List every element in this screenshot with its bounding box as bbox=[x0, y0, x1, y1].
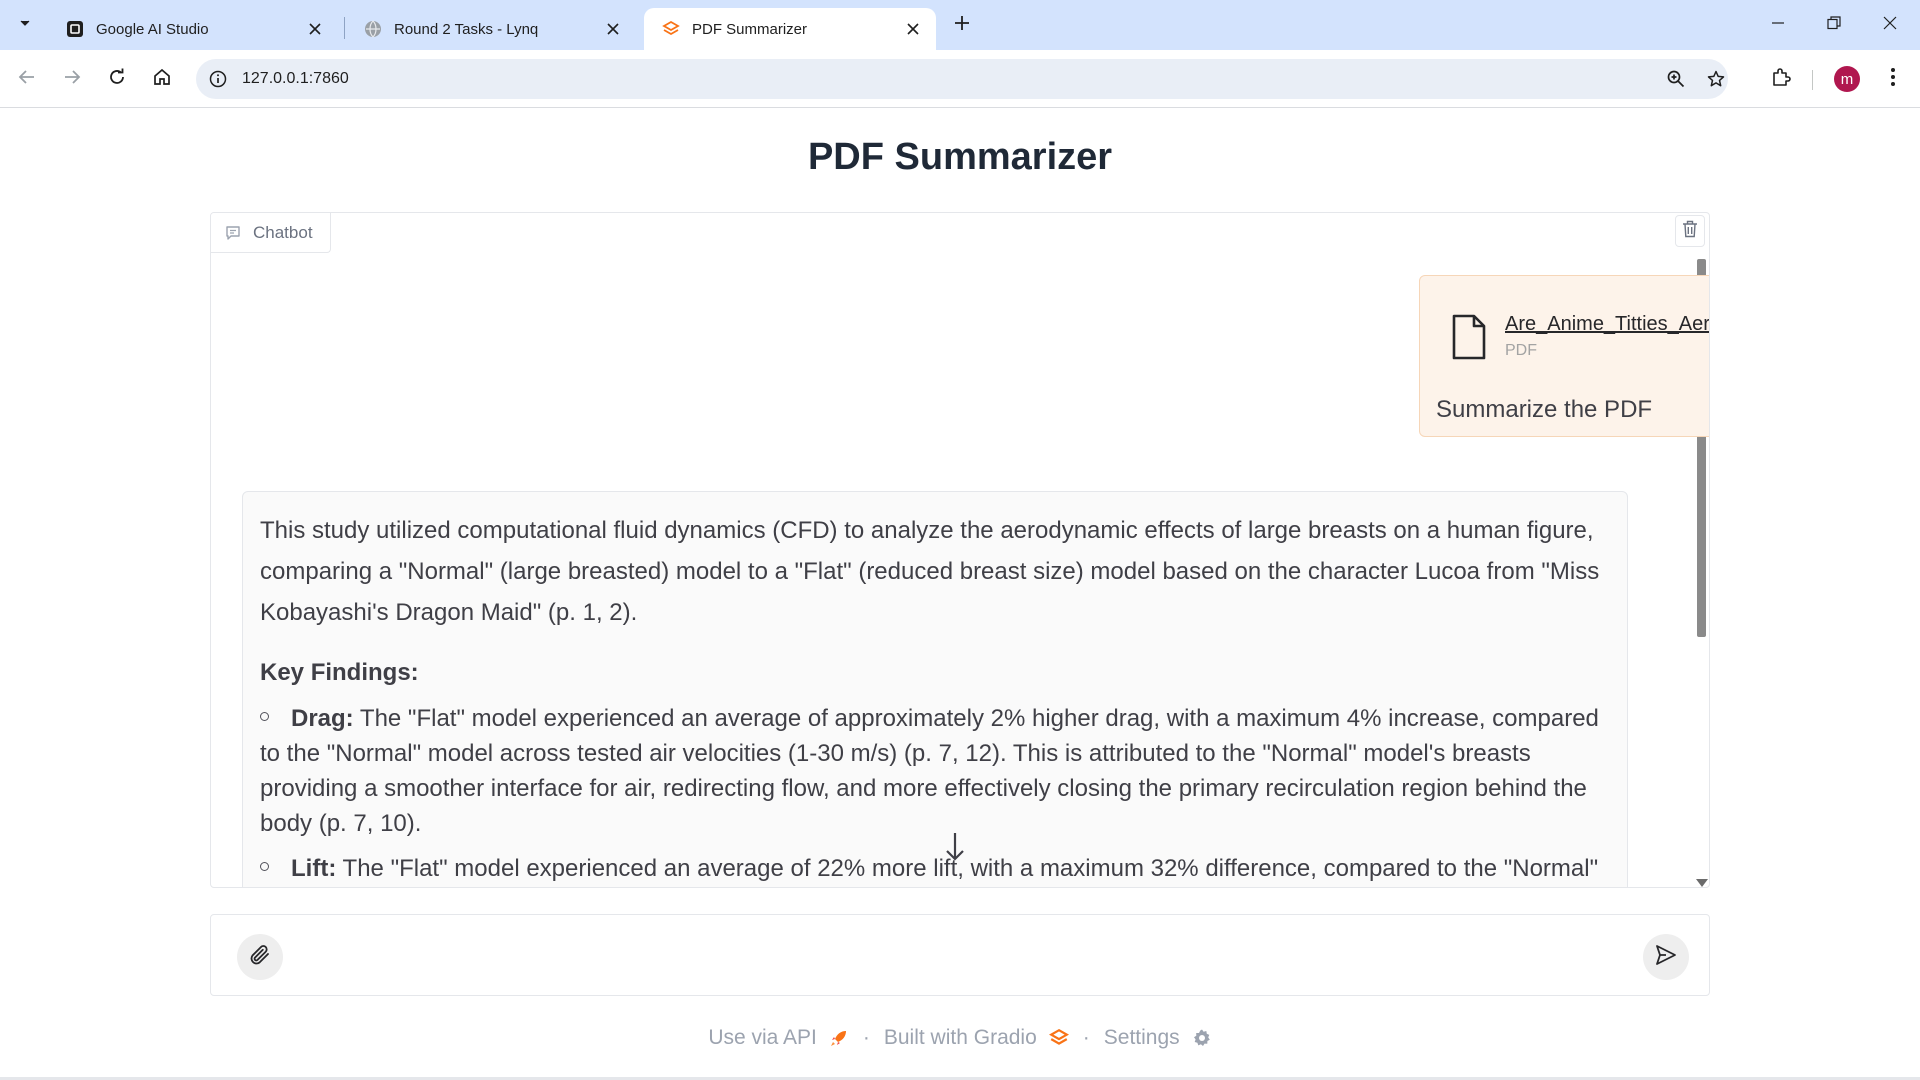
chatbot-label-text: Chatbot bbox=[253, 222, 313, 242]
extensions-button[interactable] bbox=[1764, 62, 1798, 96]
close-icon bbox=[1883, 16, 1897, 35]
user-message: Are_Anime_Titties_Aerodynamic.pdf PDF Su… bbox=[1419, 275, 1709, 437]
plus-icon bbox=[954, 15, 970, 36]
url-text[interactable]: 127.0.0.1:7860 bbox=[242, 70, 349, 88]
send-icon bbox=[1654, 943, 1678, 972]
forward-button[interactable] bbox=[55, 62, 89, 96]
avatar: m bbox=[1834, 66, 1860, 92]
settings-label: Settings bbox=[1103, 1026, 1180, 1049]
chat-bubble-icon bbox=[225, 225, 241, 241]
page-title: PDF Summarizer bbox=[807, 136, 1113, 178]
user-message-text: Summarize the PDF bbox=[1436, 396, 1653, 423]
close-icon[interactable] bbox=[904, 20, 922, 38]
send-button[interactable] bbox=[1643, 934, 1689, 980]
tab-pdf-summarizer[interactable]: PDF Summarizer bbox=[644, 8, 936, 50]
footer-separator: · bbox=[862, 1026, 870, 1049]
bot-message-heading: Key Findings: bbox=[260, 659, 419, 686]
bullet-circle-icon bbox=[260, 862, 269, 872]
gradio-logo-icon bbox=[1048, 1028, 1069, 1048]
tab-google-ai-studio[interactable]: Google AI Studio bbox=[48, 8, 338, 50]
attachment-file-link[interactable]: Are_Anime_Titties_Aerodynamic.pdf bbox=[1505, 313, 1709, 336]
finding-text: The "Flat" model experienced an average … bbox=[260, 705, 1599, 837]
kebab-menu-icon bbox=[1890, 67, 1896, 92]
close-icon[interactable] bbox=[306, 20, 324, 38]
window-close-button[interactable] bbox=[1862, 0, 1918, 50]
bot-message: This study utilized computational fluid … bbox=[242, 491, 1628, 887]
tab-search-button[interactable] bbox=[11, 11, 39, 39]
profile-button[interactable]: m bbox=[1830, 62, 1864, 96]
footer-separator: · bbox=[1082, 1026, 1090, 1049]
list-item: Drag: The "Flat" model experienced an av… bbox=[260, 701, 1610, 841]
address-bar[interactable]: 127.0.0.1:7860 bbox=[196, 59, 1728, 99]
browser-menu-button[interactable] bbox=[1876, 62, 1910, 96]
home-icon bbox=[153, 68, 171, 91]
tab-title: PDF Summarizer bbox=[692, 20, 808, 38]
message-input[interactable] bbox=[303, 935, 1603, 977]
browser-toolbar: 127.0.0.1:7860 m bbox=[0, 50, 1920, 108]
gear-icon bbox=[1192, 1028, 1212, 1048]
tab-title: Round 2 Tasks - Lynq bbox=[394, 20, 539, 38]
attach-file-button[interactable] bbox=[237, 934, 283, 980]
globe-icon bbox=[364, 20, 382, 38]
tab-divider bbox=[344, 17, 345, 39]
file-icon bbox=[1452, 314, 1486, 360]
chatbot-label: Chatbot bbox=[211, 213, 331, 253]
close-icon[interactable] bbox=[604, 20, 622, 38]
arrow-left-icon bbox=[18, 68, 36, 91]
home-button[interactable] bbox=[145, 62, 179, 96]
built-with-gradio-link[interactable]: Built with Gradio bbox=[884, 1026, 1069, 1050]
toolbar-divider bbox=[1812, 70, 1813, 90]
scroll-arrow-down-icon[interactable] bbox=[1696, 879, 1708, 887]
zoom-icon[interactable] bbox=[1664, 67, 1688, 91]
minimize-button[interactable] bbox=[1750, 0, 1806, 50]
gradio-icon bbox=[662, 20, 680, 38]
built-with-gradio-label: Built with Gradio bbox=[883, 1026, 1037, 1049]
minimize-icon bbox=[1771, 16, 1785, 35]
chevron-down-icon bbox=[18, 16, 32, 35]
tab-title: Google AI Studio bbox=[96, 20, 209, 38]
rocket-icon bbox=[829, 1028, 849, 1048]
attachment-file-type: PDF bbox=[1505, 342, 1537, 359]
arrow-right-icon bbox=[63, 68, 81, 91]
new-tab-button[interactable] bbox=[948, 11, 976, 39]
paperclip-icon bbox=[248, 943, 272, 972]
finding-label: Lift: bbox=[291, 855, 337, 882]
bot-message-intro: This study utilized computational fluid … bbox=[260, 517, 1600, 626]
trash-icon bbox=[1682, 220, 1698, 243]
tab-round-2-tasks[interactable]: Round 2 Tasks - Lynq bbox=[346, 8, 636, 50]
restore-button[interactable] bbox=[1806, 0, 1862, 50]
ai-studio-icon bbox=[66, 20, 84, 38]
bookmark-star-icon[interactable] bbox=[1704, 67, 1728, 91]
bullet-circle-icon bbox=[260, 712, 269, 722]
message-input-row bbox=[210, 914, 1710, 996]
site-info-icon[interactable] bbox=[206, 67, 230, 91]
finding-label: Drag: bbox=[291, 705, 354, 732]
arrow-down-icon bbox=[944, 831, 966, 868]
reload-button[interactable] bbox=[100, 62, 134, 96]
puzzle-icon bbox=[1771, 67, 1791, 92]
chatbot-panel: Chatbot Are_Anime_Titties_Aerodynamic.pd… bbox=[210, 212, 1710, 888]
reload-icon bbox=[108, 68, 126, 91]
use-via-api-label: Use via API bbox=[708, 1026, 817, 1049]
clear-chat-button[interactable] bbox=[1675, 215, 1705, 247]
browser-tabstrip: Google AI Studio Round 2 Tasks - Lynq PD… bbox=[0, 0, 1920, 50]
back-button[interactable] bbox=[10, 62, 44, 96]
finding-text: The "Flat" model experienced an average … bbox=[342, 855, 1599, 882]
scroll-to-bottom-button[interactable] bbox=[943, 832, 967, 866]
footer: Use via API · Built with Gradio · Settin… bbox=[0, 1024, 1920, 1052]
use-via-api-link[interactable]: Use via API bbox=[708, 1026, 849, 1050]
list-item: Lift: The "Flat" model experienced an av… bbox=[260, 851, 1610, 887]
settings-link[interactable]: Settings bbox=[1104, 1026, 1212, 1050]
restore-icon bbox=[1827, 15, 1841, 35]
